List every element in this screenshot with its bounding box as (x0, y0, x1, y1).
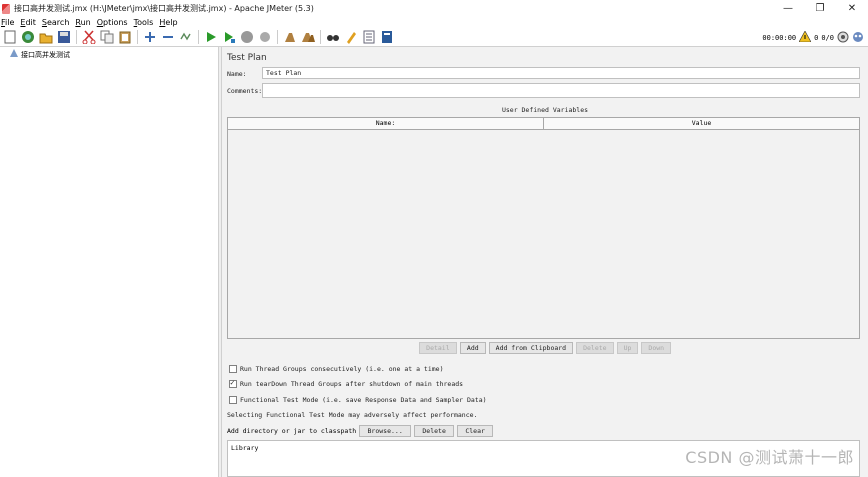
browse-button[interactable]: Browse... (359, 425, 412, 437)
classpath-label: Add directory or jar to classpath (227, 427, 357, 435)
test-plan-panel: Test Plan Name: Test Plan Comments: User… (222, 47, 868, 477)
log-viewer-icon[interactable] (852, 31, 864, 45)
clear-icon[interactable] (281, 29, 298, 46)
thread-count: 0/0 (821, 33, 834, 42)
udv-table-header: Name: Value (228, 118, 859, 130)
paste-icon[interactable] (116, 29, 133, 46)
tree-node-test-plan[interactable]: 接口高并发测试 (10, 49, 70, 60)
menu-bar: File Edit Search Run Options Tools Help (0, 17, 868, 28)
window-title: 接口高并发测试.jmx (H:\JMeter\jmx\接口高并发测试.jmx) … (14, 4, 314, 13)
shutdown-icon[interactable] (256, 29, 273, 46)
window-controls: — ❐ ✕ (772, 0, 868, 17)
close-button[interactable]: ✕ (836, 0, 868, 17)
watermark: CSDN @测试萧十一郎 (685, 448, 854, 467)
add-button[interactable]: Add (459, 342, 486, 354)
add-from-clipboard-button[interactable]: Add from Clipboard (488, 342, 574, 354)
stop-icon[interactable] (238, 29, 255, 46)
save-icon[interactable] (55, 29, 72, 46)
test-plan-icon (10, 49, 18, 60)
serialize-checkbox[interactable] (229, 365, 237, 373)
menu-search[interactable]: Search (42, 18, 69, 27)
serialize-option[interactable]: Run Thread Groups consecutively (i.e. on… (229, 365, 444, 373)
tree-node-label: 接口高并发测试 (21, 50, 70, 59)
menu-file[interactable]: File (1, 18, 14, 27)
name-field[interactable]: Test Plan (262, 67, 860, 79)
name-label: Name: (227, 70, 247, 78)
toolbar-separator (320, 30, 321, 44)
functional-warning: Selecting Functional Test Mode may adver… (227, 411, 478, 419)
toolbar: 00:00:00 0 0/0 (0, 28, 868, 47)
toolbar-separator (198, 30, 199, 44)
elapsed-timer: 00:00:00 (762, 33, 797, 42)
start-icon[interactable] (202, 29, 219, 46)
status-area: 00:00:00 0 0/0 (762, 29, 864, 46)
delete-row-button[interactable]: Delete (576, 342, 614, 354)
functional-label: Functional Test Mode (i.e. save Response… (240, 396, 487, 404)
delete-classpath-button[interactable]: Delete (414, 425, 455, 437)
udv-table[interactable]: Name: Value (227, 117, 860, 339)
toggle-icon[interactable] (177, 29, 194, 46)
open-icon[interactable] (37, 29, 54, 46)
jmeter-app-icon (2, 3, 10, 14)
reset-search-icon[interactable] (342, 29, 359, 46)
comments-field[interactable] (262, 83, 860, 98)
comments-label: Comments: (227, 87, 263, 95)
menu-edit[interactable]: Edit (20, 18, 36, 27)
menu-run[interactable]: Run (75, 18, 90, 27)
serialize-label: Run Thread Groups consecutively (i.e. on… (240, 365, 444, 373)
search-icon[interactable] (324, 29, 341, 46)
functional-option[interactable]: Functional Test Mode (i.e. save Response… (229, 396, 487, 404)
menu-options[interactable]: Options (97, 18, 128, 27)
menu-help[interactable]: Help (159, 18, 177, 27)
column-header-value[interactable]: Value (544, 118, 859, 129)
warning-icon[interactable] (798, 30, 812, 44)
teardown-option[interactable]: Run tearDown Thread Groups after shutdow… (229, 378, 464, 388)
new-icon[interactable] (1, 29, 18, 46)
teardown-checkbox[interactable] (229, 378, 237, 388)
run-status-icon (837, 31, 849, 45)
help-icon[interactable] (378, 29, 395, 46)
udv-title: User Defined Variables (501, 106, 589, 114)
templates-icon[interactable] (19, 29, 36, 46)
test-tree: 接口高并发测试 (0, 47, 218, 477)
column-header-name[interactable]: Name: (228, 118, 544, 129)
start-no-pauses-icon[interactable] (220, 29, 237, 46)
down-button[interactable]: Down (641, 342, 672, 354)
maximize-button[interactable]: ❐ (804, 0, 836, 17)
expand-icon[interactable] (141, 29, 158, 46)
functional-checkbox[interactable] (229, 396, 237, 404)
page-title: Test Plan (227, 53, 267, 63)
toolbar-separator (277, 30, 278, 44)
teardown-label: Run tearDown Thread Groups after shutdow… (240, 380, 464, 388)
up-button[interactable]: Up (616, 342, 639, 354)
detail-button[interactable]: Detail (418, 342, 457, 354)
error-count: 0 (814, 33, 819, 42)
toolbar-separator (76, 30, 77, 44)
clear-classpath-button[interactable]: Clear (457, 425, 494, 437)
toolbar-separator (137, 30, 138, 44)
cut-icon[interactable] (80, 29, 97, 46)
copy-icon[interactable] (98, 29, 115, 46)
function-helper-icon[interactable] (360, 29, 377, 46)
menu-tools[interactable]: Tools (134, 18, 154, 27)
title-bar: 接口高并发测试.jmx (H:\JMeter\jmx\接口高并发测试.jmx) … (0, 0, 868, 17)
udv-button-row: Detail Add Add from Clipboard Delete Up … (222, 342, 868, 354)
classpath-row: Add directory or jar to classpath Browse… (227, 425, 494, 437)
collapse-icon[interactable] (159, 29, 176, 46)
minimize-button[interactable]: — (772, 0, 804, 17)
clear-all-icon[interactable] (299, 29, 316, 46)
